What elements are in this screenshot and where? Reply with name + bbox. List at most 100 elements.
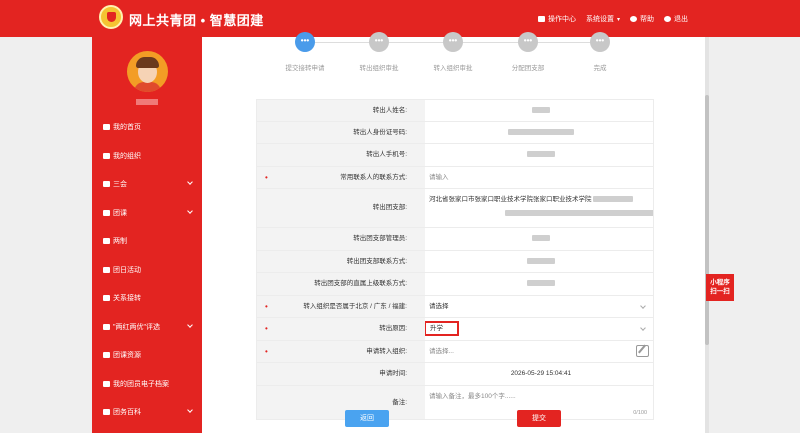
mini-program-qr-button[interactable]: 小程序 扫一扫 — [706, 274, 734, 301]
contact-input[interactable]: 请输入 — [425, 167, 653, 189]
sidebar-item-label: 两制 — [113, 238, 127, 246]
home-icon — [103, 124, 110, 131]
group-icon — [103, 409, 110, 416]
field-label: 转出团支部管理员: — [257, 228, 425, 250]
field-value — [425, 251, 653, 273]
chevron-down-icon — [640, 302, 646, 309]
sidebar-item-two-systems[interactable]: 两制 — [92, 227, 202, 256]
sidebar-item-evaluation[interactable]: "两红两优"评选 — [92, 313, 202, 342]
reason-selected-value: 升学 — [425, 321, 459, 336]
sidebar-item-league-class[interactable]: 团课 — [92, 199, 202, 228]
step-out-approval: ••• 转出组织审批 — [339, 32, 419, 72]
avatar — [127, 51, 168, 92]
envelope-icon — [537, 16, 545, 22]
nav-label: 系统设置 — [585, 16, 614, 23]
field-label: 转出团支部联系方式: — [257, 250, 425, 272]
form-row-remark: 备注: 请输入备注，最多100个字...... 0/100 — [256, 385, 654, 420]
sidebar-item-label: 团务百科 — [113, 409, 141, 417]
step-dot-active: ••• — [295, 32, 315, 52]
form-row-phone: 转出人手机号: — [256, 144, 654, 167]
sidebar-item-home[interactable]: 我的首页 — [92, 113, 202, 142]
nav-label: 操作中心 — [547, 16, 576, 23]
step-dot: ••• — [590, 32, 610, 52]
redacted-value — [532, 235, 550, 242]
form-row-contact: • 常用联系人的联系方式: 请输入 — [256, 166, 654, 189]
target-org-input[interactable]: 请选择... — [425, 341, 653, 363]
field-label: • 常用联系人的联系方式: — [257, 166, 425, 188]
form-row-branch: 转出团支部: 河北省张家口市张家口职业技术学院张家口职业技术学院 — [256, 189, 654, 228]
required-marker: • — [265, 301, 268, 311]
sidebar-item-my-org[interactable]: 我的组织 — [92, 142, 202, 171]
form-row-name: 转出人姓名: — [256, 99, 654, 122]
form-row-id: 转出人身份证号码: — [256, 121, 654, 144]
back-button[interactable]: 返回 — [345, 410, 389, 427]
top-nav: 操作中心 系统设置 ▾ 帮助 退出 — [537, 14, 688, 24]
youth-league-logo-icon — [99, 5, 123, 29]
field-label: • 转入组织是否属于北京 / 广东 / 福建: — [257, 295, 425, 317]
field-value — [425, 122, 653, 144]
folder-icon — [103, 209, 110, 216]
field-value — [425, 228, 653, 250]
transfer-icon — [103, 295, 110, 302]
sidebar-item-relation-transfer[interactable]: 关系接转 — [92, 284, 202, 313]
sidebar-item-label: "两红两优"评选 — [113, 323, 160, 331]
field-label: • 转出原因: — [257, 318, 425, 340]
required-marker: • — [265, 324, 268, 333]
redacted-value — [505, 210, 653, 217]
sidebar-item-label: 团日活动 — [113, 266, 141, 274]
sidebar-item-three-meetings[interactable]: 三会 — [92, 170, 202, 199]
checkbox-icon — [103, 181, 110, 188]
nav-label: 帮助 — [640, 16, 654, 23]
step-label: 转入组织审批 — [433, 65, 473, 72]
sidebar-item-e-archive[interactable]: 我的团员电子档案 — [92, 370, 202, 399]
field-label: 转出人手机号: — [257, 144, 425, 166]
reason-select[interactable]: 升学 — [425, 318, 653, 340]
application-time: 2026-05-29 15:04:41 — [510, 370, 572, 377]
nav-operation-center[interactable]: 操作中心 — [537, 14, 576, 24]
form-row-region: • 转入组织是否属于北京 / 广东 / 福建: 请选择 — [256, 295, 654, 318]
redacted-value — [527, 151, 555, 158]
step-assign-branch: ••• 分配团支部 — [488, 32, 568, 72]
redacted-value — [527, 280, 555, 287]
sidebar-item-label: 关系接转 — [113, 295, 141, 303]
sidebar-item-league-day[interactable]: 团日活动 — [92, 256, 202, 285]
username-redacted — [136, 99, 158, 105]
form-row-time: 申请时间: 2026-05-29 15:04:41 — [256, 363, 654, 386]
sidebar-item-encyclopedia[interactable]: 团务百科 — [92, 398, 202, 427]
region-select[interactable]: 请选择 — [425, 296, 653, 318]
nav-logout[interactable]: 退出 — [664, 14, 688, 24]
field-value: 河北省张家口市张家口职业技术学院张家口职业技术学院 — [425, 189, 653, 227]
form-row-reason: • 转出原因: 升学 — [256, 318, 654, 341]
step-dot: ••• — [443, 32, 463, 52]
field-label: • 申请转入组织: — [257, 340, 425, 362]
transfer-form: 转出人姓名: 转出人身份证号码: 转出人手机号: • 常用联系人的联系方式: 请输… — [256, 99, 654, 420]
brand-title: 网上共青团 • 智慧团建 — [129, 13, 264, 28]
field-label: 转出团支部: — [257, 189, 425, 227]
target-icon — [103, 238, 110, 245]
field-value — [425, 273, 653, 295]
field-label: 申请时间: — [257, 363, 425, 385]
sidebar-item-label: 团课资源 — [113, 352, 141, 360]
step-complete: ••• 完成 — [560, 32, 640, 72]
scrollbar-thumb[interactable] — [705, 95, 709, 345]
checkbox-icon — [103, 323, 110, 330]
sidebar-item-label: 我的团员电子档案 — [113, 380, 169, 388]
sidebar-item-label: 我的组织 — [113, 152, 141, 160]
group-icon — [103, 152, 110, 159]
char-counter: 0/100 — [633, 409, 647, 416]
power-icon — [664, 16, 671, 22]
field-value — [425, 100, 653, 121]
edit-icon[interactable] — [636, 344, 649, 357]
sidebar-item-class-resources[interactable]: 团课资源 — [92, 341, 202, 370]
nav-label: 退出 — [674, 16, 688, 23]
submit-button[interactable]: 提交 — [517, 410, 561, 427]
step-label: 完成 — [593, 65, 607, 72]
help-icon — [630, 16, 637, 22]
sidebar-menu: 我的首页 我的组织 三会 团课 两制 团日活动 关系接转 "两红两优"评选 团课… — [92, 113, 202, 427]
step-in-approval: ••• 转入组织审批 — [413, 32, 493, 72]
nav-system-settings[interactable]: 系统设置 ▾ — [586, 14, 620, 24]
recycle-icon — [103, 266, 110, 273]
step-label: 转出组织审批 — [359, 65, 399, 72]
sidebar-item-label: 团课 — [113, 209, 127, 217]
nav-help[interactable]: 帮助 — [630, 14, 654, 24]
